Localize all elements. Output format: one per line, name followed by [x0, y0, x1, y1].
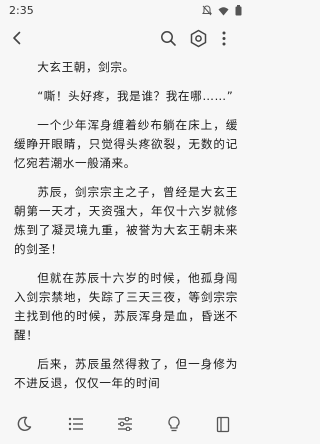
night-mode-icon[interactable]	[14, 414, 34, 434]
mute-icon	[202, 5, 212, 16]
paragraph: “嘶！头好疼，我是谁？我在哪……”	[37, 89, 234, 103]
paragraph: 大玄王朝，剑宗。	[37, 60, 135, 74]
paragraph: 苏辰，剑宗宗主之子，曾经是大玄王朝第一天才，天资强大，年仅十六岁就修炼到了凝灵境…	[14, 185, 238, 256]
wifi-icon	[218, 6, 229, 16]
reader-bottom-bar	[0, 404, 250, 444]
paragraph: 后来，苏辰虽然得救了，但一身修为不进反退，仅仅一年的时间	[14, 357, 238, 390]
settings-icon[interactable]	[189, 29, 208, 52]
bookmark-icon[interactable]	[213, 414, 233, 434]
battery-icon	[235, 5, 242, 16]
chapters-icon[interactable]	[66, 414, 86, 434]
adjust-icon[interactable]	[115, 414, 135, 434]
status-bar: 2:35	[0, 0, 250, 22]
chapter-text: 大玄王朝，剑宗。 “嘶！头好疼，我是谁？我在哪……” 一个少年浑身缠着纱布躺在床…	[14, 58, 238, 403]
search-icon[interactable]	[160, 30, 177, 51]
reader-toolbar	[0, 22, 250, 56]
paragraph: 一个少年浑身缠着纱布躺在床上，缓缓睁开眼睛，只觉得头疼欲裂，无数的记忆宛若潮水一…	[14, 118, 238, 170]
paragraph: 但就在苏辰十六岁的时候，他孤身闯入剑宗禁地，失踪了三天三夜，等剑宗宗主找到他的时…	[14, 271, 238, 342]
back-icon[interactable]	[9, 30, 25, 50]
more-icon[interactable]	[221, 30, 227, 51]
bulb-icon[interactable]	[164, 414, 184, 434]
status-time: 2:35	[9, 4, 34, 17]
status-icons	[202, 5, 242, 16]
